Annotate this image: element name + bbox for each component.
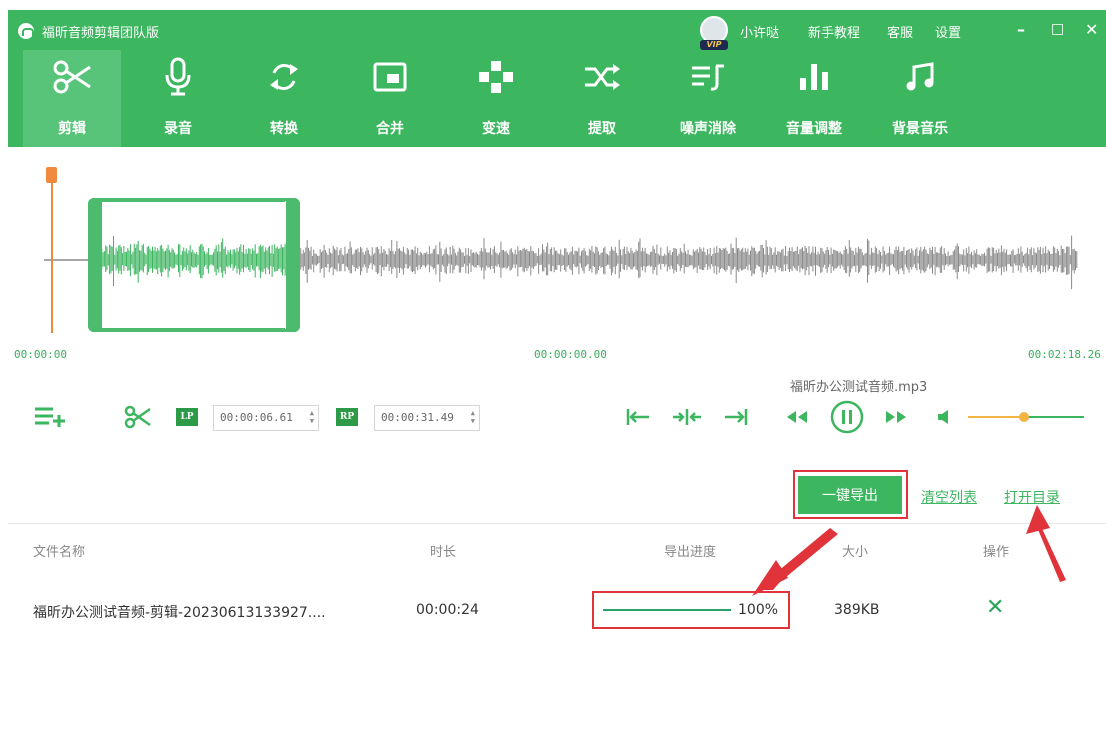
time-current: 00:00:00.00 <box>534 348 607 361</box>
row-progress-text: 100% <box>738 602 779 618</box>
tab-convert[interactable]: 转换 <box>235 50 333 147</box>
lp-badge: LP <box>176 408 198 426</box>
selection-left-handle[interactable] <box>88 198 102 332</box>
volume-slider-handle[interactable] <box>1018 412 1029 422</box>
header: 福昕音频剪辑团队版 VIP 小许哒 新手教程 客服 设置 – □ ✕ 剪辑 录音… <box>8 10 1106 147</box>
volume-icon[interactable] <box>936 408 956 426</box>
row-progress-bar <box>603 609 731 611</box>
tab-label: 转换 <box>270 121 298 137</box>
maximize-button[interactable]: □ <box>1051 21 1064 37</box>
rp-time-value: 00:00:31.49 <box>381 411 454 424</box>
waveform-area[interactable] <box>8 147 1106 357</box>
selection-bottom-edge <box>101 328 285 332</box>
header-duration: 时长 <box>430 545 457 560</box>
tab-volume-adjust[interactable]: 音量调整 <box>765 50 863 147</box>
tab-merge[interactable]: 合并 <box>341 50 439 147</box>
open-directory-link[interactable]: 打开目录 <box>1004 487 1060 507</box>
playhead-handle[interactable] <box>46 167 57 183</box>
tab-noise-removal[interactable]: 噪声消除 <box>659 50 757 147</box>
tab-label: 录音 <box>164 121 192 137</box>
center-cursor-icon[interactable] <box>671 406 703 428</box>
tab-label: 剪辑 <box>58 121 86 137</box>
rp-badge: RP <box>336 408 358 426</box>
volume-adjust-icon <box>765 54 863 100</box>
vip-badge: VIP <box>700 40 728 50</box>
close-button[interactable]: ✕ <box>1085 20 1098 39</box>
merge-icon <box>341 54 439 100</box>
clear-list-link[interactable]: 清空列表 <box>921 487 977 507</box>
tab-label: 变速 <box>482 121 510 137</box>
selection-range[interactable] <box>88 198 300 332</box>
tab-label: 噪声消除 <box>680 121 736 137</box>
row-file-name: 福昕办公测试音频-剪辑-20230613133927.... <box>33 605 326 621</box>
support-link[interactable]: 客服 <box>887 22 913 41</box>
selection-top-edge <box>101 198 285 202</box>
minimize-button[interactable]: – <box>1017 20 1025 39</box>
tab-record[interactable]: 录音 <box>129 50 227 147</box>
rewind-icon[interactable] <box>785 408 809 426</box>
tab-label: 背景音乐 <box>892 121 948 137</box>
app-title: 福昕音频剪辑团队版 <box>42 26 160 41</box>
lp-time-input[interactable]: 00:00:06.61 ▲ ▼ <box>213 405 319 431</box>
row-progress-fill <box>603 609 731 611</box>
app-logo-icon <box>18 23 34 39</box>
microphone-icon <box>129 54 227 100</box>
row-duration: 00:00:24 <box>416 602 479 618</box>
header-file-name: 文件名称 <box>33 545 86 560</box>
playhead-line <box>51 183 53 333</box>
time-start: 00:00:00 <box>14 348 67 361</box>
selection-right-handle[interactable] <box>286 198 300 332</box>
username[interactable]: 小许哒 <box>740 22 779 41</box>
volume-slider-remaining <box>1023 416 1084 418</box>
export-button[interactable]: 一键导出 <box>798 476 902 514</box>
arrow-to-open-directory <box>1026 505 1066 582</box>
noise-removal-icon <box>659 54 757 100</box>
app-window: 福昕音频剪辑团队版 VIP 小许哒 新手教程 客服 设置 – □ ✕ 剪辑 录音… <box>0 0 1106 731</box>
title-bar: 福昕音频剪辑团队版 VIP 小许哒 新手教程 客服 设置 – □ ✕ <box>8 10 1106 50</box>
header-size: 大小 <box>842 545 869 560</box>
time-end: 00:02:18.26 <box>1028 348 1101 361</box>
tab-extract[interactable]: 提取 <box>553 50 651 147</box>
table-divider <box>8 523 1106 524</box>
tab-label: 音量调整 <box>786 121 842 137</box>
header-action: 操作 <box>983 545 1010 560</box>
scissors-icon <box>23 54 121 100</box>
pause-icon[interactable] <box>830 400 864 434</box>
tab-background-music[interactable]: 背景音乐 <box>871 50 969 147</box>
lp-spinner-icon[interactable]: ▲ ▼ <box>310 409 314 425</box>
rp-time-input[interactable]: 00:00:31.49 ▲ ▼ <box>374 405 480 431</box>
tutorial-link[interactable]: 新手教程 <box>808 22 860 41</box>
settings-link[interactable]: 设置 <box>935 22 961 41</box>
row-size: 389KB <box>834 602 880 618</box>
tab-label: 提取 <box>588 121 616 137</box>
extract-icon <box>553 54 651 100</box>
tab-cut[interactable]: 剪辑 <box>23 50 121 147</box>
cut-scissors-icon[interactable] <box>124 404 152 430</box>
close-icon[interactable]: ✕ <box>986 595 1004 620</box>
rp-spinner-icon[interactable]: ▲ ▼ <box>471 409 475 425</box>
arrow-to-progress <box>752 528 838 596</box>
tab-label: 合并 <box>376 121 404 137</box>
lp-time-value: 00:00:06.61 <box>220 411 293 424</box>
convert-icon <box>235 54 333 100</box>
fast-forward-icon[interactable] <box>884 408 908 426</box>
jump-to-start-icon[interactable] <box>624 406 652 428</box>
music-note-icon <box>871 54 969 100</box>
toolbar: 剪辑 录音 转换 合并 变速 提取 噪声消除 音量调整 背景音乐 <box>8 50 1106 147</box>
add-list-icon[interactable] <box>33 404 67 430</box>
header-progress: 导出进度 <box>664 545 717 560</box>
tab-speed[interactable]: 变速 <box>447 50 545 147</box>
current-file-name: 福昕办公测试音频.mp3 <box>790 380 928 395</box>
jump-to-end-icon[interactable] <box>722 406 750 428</box>
speed-icon <box>447 54 545 100</box>
